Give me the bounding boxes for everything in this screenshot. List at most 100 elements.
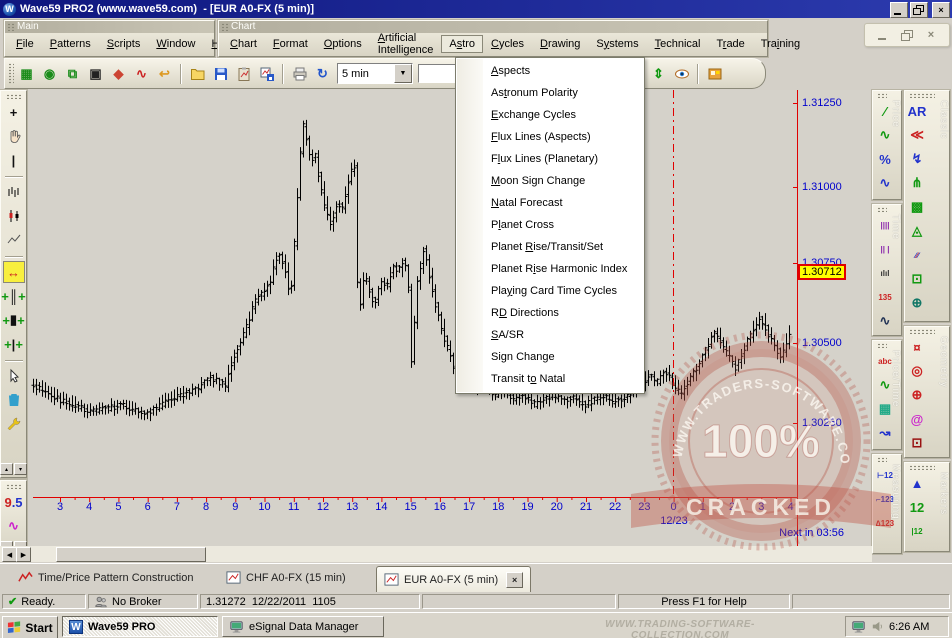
line-chart-tool[interactable]: [3, 229, 25, 251]
combo-dropdown-button[interactable]: ▼: [394, 64, 412, 83]
new-circular-chart-button[interactable]: ◉: [39, 63, 60, 84]
document-tab-eur-a0-fx-5-min[interactable]: EUR A0-FX (5 min)×: [376, 566, 531, 592]
globe-search-tool[interactable]: ⊕: [905, 291, 929, 315]
projection-arrow-tool[interactable]: ↝: [873, 421, 897, 445]
bar-width-tool[interactable]: +▮+: [3, 309, 25, 331]
menu-patterns[interactable]: Patterns: [42, 35, 99, 53]
increase-spacing-tool[interactable]: +║+: [3, 285, 25, 307]
panel-grip[interactable]: [909, 329, 935, 334]
percent-retrace-tool[interactable]: %: [873, 147, 897, 171]
astro-menu-item-astronum-polarity[interactable]: Astronum Polarity: [456, 82, 644, 104]
menu-training[interactable]: Training: [753, 35, 808, 53]
intraday-bars-tool[interactable]: ılıl: [873, 261, 897, 285]
network-tray-icon[interactable]: [851, 619, 866, 634]
notes-button[interactable]: [704, 63, 725, 84]
menu-window[interactable]: Window: [148, 35, 203, 53]
hatch-square-tool[interactable]: ▩: [905, 195, 929, 219]
gann-fan-tool[interactable]: ≪: [905, 123, 929, 147]
astro-menu-item-flux-lines-planetary[interactable]: Flux Lines (Planetary): [456, 148, 644, 170]
main-toolbar-caption[interactable]: Main: [5, 21, 214, 33]
astro-menu-item-sign-change[interactable]: Sign Change: [456, 346, 644, 368]
period-select[interactable]: 5 min▼: [337, 63, 413, 84]
count-135-tool[interactable]: 135: [873, 285, 897, 309]
astro-menu-item-playing-card-time-cycles[interactable]: Playing Card Time Cycles: [456, 280, 644, 302]
menu-astro[interactable]: Astro: [441, 35, 483, 53]
eye-button[interactable]: [671, 63, 692, 84]
mdi-close-button[interactable]: ×: [922, 28, 940, 43]
new-chart-button[interactable]: ▦: [16, 63, 37, 84]
settings-tool[interactable]: [3, 413, 25, 435]
astro-menu-item-rd-directions[interactable]: RD Directions: [456, 302, 644, 324]
mdi-minimize-button[interactable]: [874, 28, 892, 43]
count-marker-tool[interactable]: 12: [905, 495, 929, 519]
panel-scroll-arrow[interactable]: ▾: [14, 463, 27, 475]
panel-grip[interactable]: [877, 207, 887, 212]
open-button[interactable]: [187, 63, 208, 84]
mdi-restore-button[interactable]: [898, 28, 916, 43]
crosshair-tool[interactable]: +: [3, 101, 25, 123]
panel-grip[interactable]: [909, 465, 935, 470]
scroll-right-button[interactable]: ▶: [16, 547, 31, 562]
price-projection-tool[interactable]: ∿: [873, 171, 897, 195]
expand-spacing-tool[interactable]: ↔: [3, 261, 25, 283]
new-console-button[interactable]: ▣: [85, 63, 106, 84]
start-button[interactable]: Start: [2, 616, 58, 638]
lightning-tool[interactable]: ↯: [905, 147, 929, 171]
astro-menu-item-flux-lines-aspects[interactable]: Flux Lines (Aspects): [456, 126, 644, 148]
astro-menu-item-planet-cross[interactable]: Planet Cross: [456, 214, 644, 236]
menu-cycles[interactable]: Cycles: [483, 35, 532, 53]
chart-toolbar-caption[interactable]: Chart: [219, 21, 767, 33]
astro-menu-item-sa-sr[interactable]: SA/SR: [456, 324, 644, 346]
angles-ar-tool[interactable]: AR: [905, 99, 929, 123]
concentric-circles-tool[interactable]: ◎: [905, 359, 929, 383]
gann-95-tool[interactable]: 9.5: [3, 491, 25, 513]
scroll-left-button[interactable]: ◀: [2, 547, 17, 562]
decrease-spacing-tool[interactable]: +|+: [3, 333, 25, 355]
panel-grip[interactable]: [877, 343, 887, 348]
taskbar-button-esignal-data-manager[interactable]: eSignal Data Manager: [222, 616, 384, 637]
time-wave-tool[interactable]: ∿: [873, 309, 897, 333]
volume-tray-icon[interactable]: [870, 619, 885, 634]
indicators-button[interactable]: ∿: [131, 63, 152, 84]
print-button[interactable]: [289, 63, 310, 84]
parallel-lines-tool[interactable]: ∕∕∕: [905, 243, 929, 267]
hlc-bars-tool[interactable]: [3, 181, 25, 203]
menu-drawing[interactable]: Drawing: [532, 35, 588, 53]
minimize-button[interactable]: [890, 2, 908, 18]
menu-systems[interactable]: Systems: [588, 35, 646, 53]
menu-scripts[interactable]: Scripts: [99, 35, 149, 53]
astro-menu-item-transit-to-natal[interactable]: Transit to Natal: [456, 368, 644, 390]
squared-circle-tool[interactable]: ⊡: [905, 431, 929, 455]
menu-format[interactable]: Format: [265, 35, 316, 53]
astro-menu-item-aspects[interactable]: Aspects: [456, 60, 644, 82]
ray-fan-tool[interactable]: ⋔: [905, 171, 929, 195]
refresh-button[interactable]: ↻: [312, 63, 333, 84]
copy-chart-button[interactable]: [233, 63, 254, 84]
astro-menu-item-planet-rise-harmonic-index[interactable]: Planet Rise Harmonic Index: [456, 258, 644, 280]
bar-count-marker-tool[interactable]: |12: [905, 519, 929, 543]
taskbar-button-wave59-pro[interactable]: WWave59 PRO: [62, 616, 218, 637]
menu-artificial-intelligence[interactable]: Artificial Intelligence: [370, 29, 442, 59]
menu-file[interactable]: File: [8, 35, 42, 53]
triangle-marker-tool[interactable]: ▲: [905, 471, 929, 495]
duplicate-window-button[interactable]: ⧉: [62, 63, 83, 84]
document-tab-chf-a0-fx-15-min[interactable]: CHF A0-FX (15 min): [226, 570, 346, 585]
vertical-cursor-tool[interactable]: |: [3, 149, 25, 171]
panel-grip[interactable]: [909, 93, 935, 98]
pointer-tool[interactable]: [3, 365, 25, 387]
menu-options[interactable]: Options: [316, 35, 370, 53]
chart-canvas[interactable]: 1.312501.310001.307501.305001.30250 3456…: [28, 90, 870, 546]
cycle-wave-tool[interactable]: ∿: [3, 515, 25, 537]
spiral-tool[interactable]: @: [905, 407, 929, 431]
save-button[interactable]: [210, 63, 231, 84]
square-alert-tool[interactable]: ◬: [905, 219, 929, 243]
document-tab-time-price-pattern-construction[interactable]: Time/Price Pattern Construction: [18, 570, 193, 585]
hand-tool[interactable]: [3, 125, 25, 147]
delete-tool[interactable]: [3, 389, 25, 411]
panel-scroll-arrow[interactable]: ▴: [0, 463, 13, 475]
panel-grip[interactable]: [877, 457, 887, 462]
circled-cross-tool[interactable]: ⊕: [905, 383, 929, 407]
menu-chart[interactable]: Chart: [222, 35, 265, 53]
astro-menu-item-moon-sign-change[interactable]: Moon Sign Change: [456, 170, 644, 192]
restore-button[interactable]: [910, 2, 928, 18]
